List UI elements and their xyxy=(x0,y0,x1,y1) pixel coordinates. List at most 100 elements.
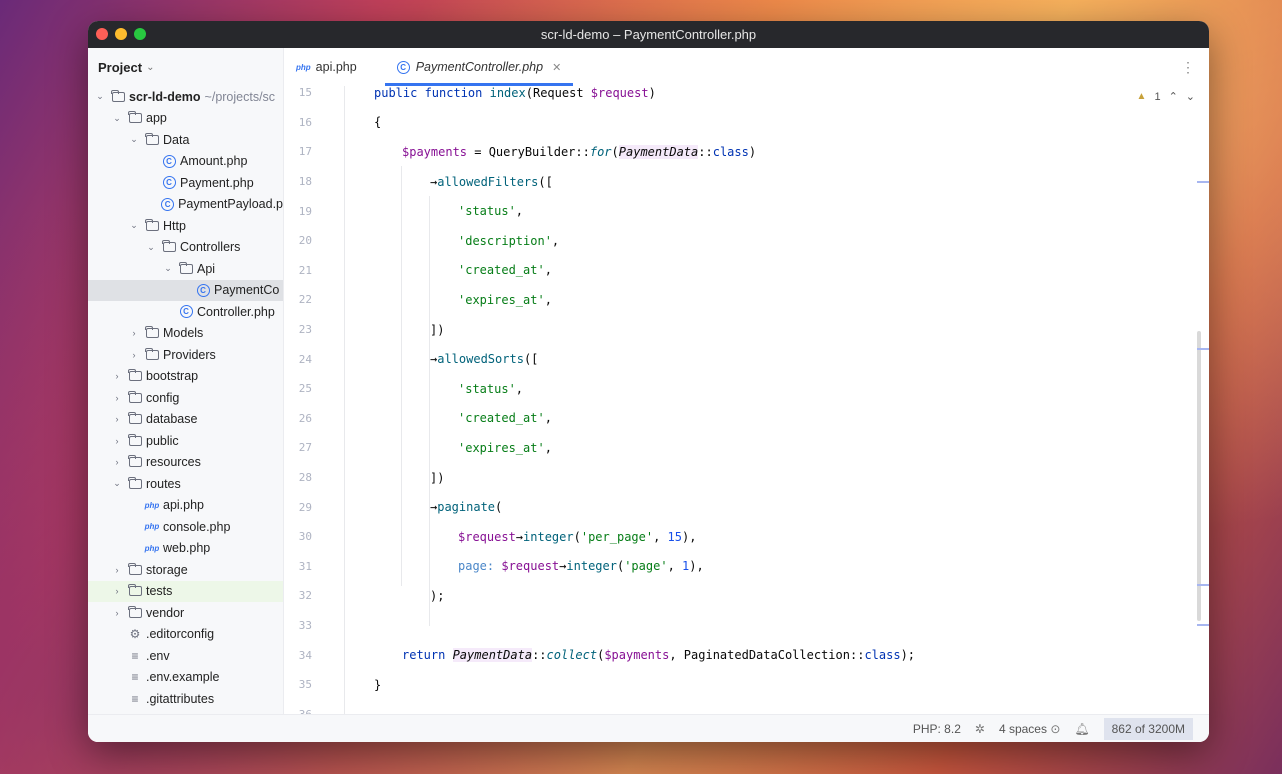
tree-item[interactable]: ⌄ Controllers xyxy=(88,237,283,259)
expanded-arrow-icon[interactable]: ⌄ xyxy=(111,478,123,489)
collapsed-arrow-icon[interactable]: › xyxy=(111,457,123,467)
status-bar: PHP: 8.2 ✲ 4 spaces ⊙ 🔔︎ 862 of 3200M xyxy=(88,714,1209,742)
tree-item[interactable]: php api.php xyxy=(88,495,283,517)
tree-item[interactable]: ⌄ Api xyxy=(88,258,283,280)
tree-item[interactable]: › bootstrap xyxy=(88,366,283,388)
tree-item-label: PaymentPayload.p xyxy=(178,197,283,212)
next-highlight-icon[interactable]: ⌄ xyxy=(1186,90,1195,103)
code-line: 35} xyxy=(284,670,1209,700)
collapsed-arrow-icon[interactable]: › xyxy=(111,414,123,424)
php-class-icon: C xyxy=(396,60,410,74)
tree-item-label: Api xyxy=(197,261,216,276)
collapsed-arrow-icon[interactable]: › xyxy=(111,608,123,618)
expanded-arrow-icon[interactable]: ⌄ xyxy=(128,134,140,145)
expanded-arrow-icon[interactable]: ⌄ xyxy=(94,91,106,102)
tree-item[interactable]: › config xyxy=(88,387,283,409)
minimize-window-button[interactable] xyxy=(115,28,127,40)
expanded-arrow-icon[interactable]: ⌄ xyxy=(111,113,123,124)
tab-payment-controller[interactable]: C PaymentController.php ✕ xyxy=(384,48,574,86)
folder-icon xyxy=(144,326,160,340)
maximize-window-button[interactable] xyxy=(134,28,146,40)
tree-item[interactable]: ⌄ scr-ld-demo ~/projects/sc xyxy=(88,86,283,108)
tree-item[interactable]: › resources xyxy=(88,452,283,474)
tree-item[interactable]: php web.php xyxy=(88,538,283,560)
warning-icon: ▲ xyxy=(1136,91,1147,102)
memory-indicator[interactable]: 862 of 3200M xyxy=(1103,717,1193,740)
tree-item[interactable]: ⚙ .editorconfig xyxy=(88,624,283,646)
tree-item[interactable]: C Payment.php xyxy=(88,172,283,194)
code-token: allowedSorts xyxy=(437,352,524,367)
tree-item[interactable]: › database xyxy=(88,409,283,431)
expanded-arrow-icon[interactable]: ⌄ xyxy=(162,263,174,274)
expanded-arrow-icon[interactable]: ⌄ xyxy=(145,242,157,253)
close-tab-icon[interactable]: ✕ xyxy=(552,61,561,74)
php-version-widget[interactable]: PHP: 8.2 xyxy=(913,722,961,736)
code-editor[interactable]: 15 public function index(Request $request… xyxy=(284,86,1209,714)
scroll-marker xyxy=(1197,181,1209,183)
tree-item[interactable]: ⌄ app xyxy=(88,108,283,130)
tree-item[interactable]: C Amount.php xyxy=(88,151,283,173)
tree-item-label: .env.example xyxy=(146,670,220,685)
code-token: index xyxy=(489,86,526,100)
line-number: 23 xyxy=(298,323,312,337)
collapsed-arrow-icon[interactable]: › xyxy=(111,371,123,381)
project-view-selector[interactable]: Project ⌄ xyxy=(88,48,283,86)
code-token: paginate xyxy=(437,500,496,515)
collapsed-arrow-icon[interactable]: › xyxy=(111,393,123,403)
inspection-widget[interactable]: ▲ 1 ⌃ ⌄ xyxy=(1136,90,1195,104)
collapsed-arrow-icon[interactable]: › xyxy=(111,586,123,596)
tab-api[interactable]: php api.php xyxy=(284,48,369,86)
folder-icon xyxy=(161,240,177,254)
tree-item[interactable]: php console.php xyxy=(88,516,283,538)
tree-item[interactable]: › tests xyxy=(88,580,283,602)
collapsed-arrow-icon[interactable]: › xyxy=(111,565,123,575)
tree-item[interactable]: › storage xyxy=(88,559,283,581)
code-token: page: xyxy=(458,559,502,574)
editor-tab-bar: php api.php C PaymentController.php ✕ ⋮ xyxy=(284,48,1209,86)
more-options-icon[interactable]: ⋮ xyxy=(1181,59,1195,76)
tree-item-label: storage xyxy=(146,562,188,577)
code-token: $payments xyxy=(604,648,670,663)
line-number: 17 xyxy=(298,145,312,159)
notifications-bell-icon[interactable]: 🔔︎ xyxy=(1074,722,1089,736)
collapsed-arrow-icon[interactable]: › xyxy=(128,328,140,338)
tree-item[interactable]: C PaymentCo xyxy=(88,279,283,301)
code-text: →paginate( xyxy=(430,500,502,514)
tree-item[interactable]: ⌄ Data xyxy=(88,129,283,151)
tree-item[interactable]: › Providers xyxy=(88,344,283,366)
tree-item[interactable]: ⌄ Http xyxy=(88,215,283,237)
tree-item[interactable]: › public xyxy=(88,430,283,452)
tree-item[interactable]: ≡ .env.example xyxy=(88,667,283,689)
collapsed-arrow-icon[interactable]: › xyxy=(128,350,140,360)
tree-item-label: public xyxy=(146,433,179,448)
tree-item[interactable]: › Models xyxy=(88,323,283,345)
code-line: 24 →allowedSorts([ xyxy=(284,344,1209,374)
scroll-marker xyxy=(1197,624,1209,626)
code-line: 27 'expires_at', xyxy=(284,433,1209,463)
editor-scrollbar[interactable] xyxy=(1197,331,1201,621)
code-token: ([ xyxy=(523,352,539,367)
code-token: $request xyxy=(501,559,560,574)
indent-widget[interactable]: 4 spaces ⊙ xyxy=(999,722,1060,736)
folder-icon xyxy=(178,261,194,276)
tree-item[interactable]: ≡ .gitattributes xyxy=(88,688,283,710)
tree-item[interactable]: ≡ .env xyxy=(88,645,283,667)
tree-item[interactable]: › vendor xyxy=(88,602,283,624)
code-token: class xyxy=(712,144,749,159)
code-text: 'description', xyxy=(458,234,559,248)
project-sidebar: Project ⌄ ⌄ scr-ld-demo ~/projects/sc ⌄ app ⌄… xyxy=(88,48,284,714)
code-token: 'expires_at' xyxy=(458,440,545,455)
line-number: 18 xyxy=(298,175,312,189)
tree-item[interactable]: C Controller.php xyxy=(88,301,283,323)
code-text: $payments = QueryBuilder::for(PaymentDat… xyxy=(402,144,756,159)
line-number: 29 xyxy=(298,500,312,514)
close-window-button[interactable] xyxy=(96,28,108,40)
expanded-arrow-icon[interactable]: ⌄ xyxy=(128,220,140,231)
debug-icon[interactable]: ✲ xyxy=(975,722,985,736)
previous-highlight-icon[interactable]: ⌃ xyxy=(1169,90,1178,103)
folder-icon xyxy=(127,111,143,125)
code-token: → xyxy=(515,529,524,544)
tree-item[interactable]: ⌄ routes xyxy=(88,473,283,495)
tree-item[interactable]: C PaymentPayload.p xyxy=(88,194,283,216)
collapsed-arrow-icon[interactable]: › xyxy=(111,436,123,446)
